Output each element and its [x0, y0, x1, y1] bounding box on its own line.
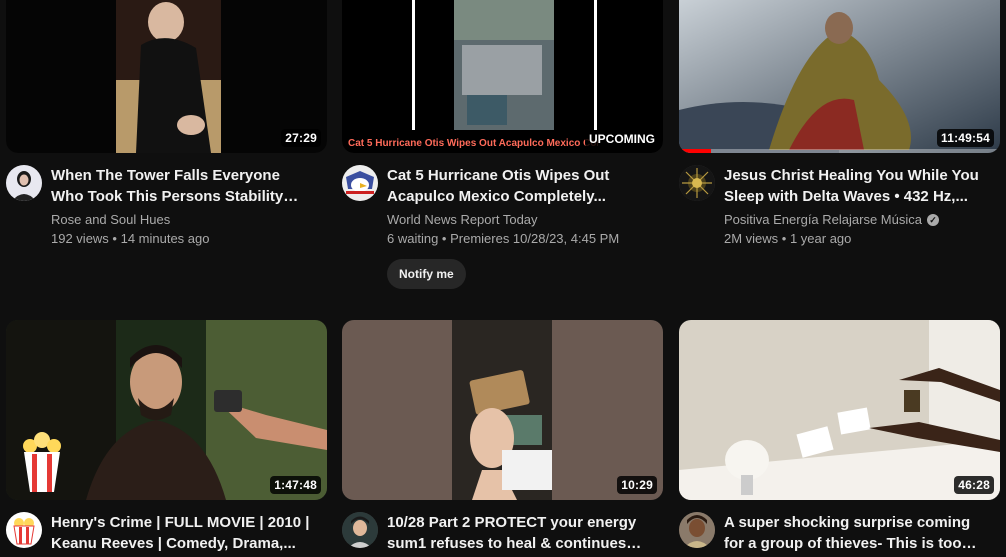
video-title[interactable]: Jesus Christ Healing You While You Sleep… — [724, 165, 986, 207]
channel-name[interactable]: Rose and Soul Hues — [51, 211, 327, 229]
channel-name[interactable]: Positiva Energía Relajarse Música ✓ — [724, 211, 1000, 229]
video-title[interactable]: Henry's Crime | FULL MOVIE | 2010 | Kean… — [51, 512, 313, 554]
watch-progress-track — [679, 149, 1000, 153]
video-thumbnail[interactable]: 46:28 — [679, 320, 1000, 500]
video-thumbnail[interactable]: 11:49:54 — [679, 0, 1000, 153]
notify-me-button[interactable]: Notify me — [387, 259, 466, 289]
watch-progress-fill — [679, 149, 712, 153]
upcoming-badge: UPCOMING — [585, 131, 659, 147]
video-stats: 192 views • 14 minutes ago — [51, 231, 210, 246]
channel-name[interactable]: World News Report Today — [387, 211, 663, 229]
video-card[interactable]: 1:47:48 Henry's Crime | FULL MOVIE | 201… — [6, 320, 327, 554]
video-thumbnail[interactable]: 27:29 — [6, 0, 327, 153]
video-card[interactable]: 46:28 A super shocking surprise coming f… — [679, 320, 1000, 554]
video-card[interactable]: Cat 5 Hurricane Otis Wipes Out Acapulco … — [342, 0, 663, 289]
video-title[interactable]: 10/28 Part 2 PROTECT your energy sum1 re… — [387, 512, 649, 554]
duration-badge: 1:47:48 — [270, 476, 321, 494]
duration-badge: 46:28 — [954, 476, 994, 494]
video-thumbnail[interactable]: Cat 5 Hurricane Otis Wipes Out Acapulco … — [342, 0, 663, 153]
video-title[interactable]: A super shocking surprise coming for a g… — [724, 512, 986, 554]
channel-avatar[interactable] — [679, 512, 715, 548]
channel-avatar[interactable] — [679, 165, 715, 201]
video-thumbnail[interactable]: 1:47:48 — [6, 320, 327, 500]
duration-badge: 10:29 — [617, 476, 657, 494]
thumbnail-image — [6, 0, 327, 153]
channel-name-text[interactable]: Positiva Energía Relajarse Música — [724, 211, 922, 229]
video-thumbnail[interactable]: 10:29 — [342, 320, 663, 500]
video-stats: 2M views • 1 year ago — [724, 231, 852, 246]
duration-badge: 27:29 — [281, 129, 321, 147]
thumbnail-caption: Cat 5 Hurricane Otis Wipes Out Acapulco … — [348, 138, 598, 149]
video-card[interactable]: 27:29 When The Tower Falls Everyone Who … — [6, 0, 327, 249]
popcorn-icon — [18, 428, 66, 494]
channel-avatar[interactable] — [342, 165, 378, 201]
channel-avatar[interactable] — [6, 165, 42, 201]
thumbnail-image — [679, 320, 1000, 500]
channel-name-text[interactable]: Rose and Soul Hues — [51, 211, 170, 229]
verified-check-icon: ✓ — [926, 214, 939, 226]
duration-badge: 11:49:54 — [937, 129, 994, 147]
video-card[interactable]: 11:49:54 Jesus Christ Healing You While … — [679, 0, 1000, 249]
channel-avatar[interactable] — [6, 512, 42, 548]
thumbnail-image — [342, 320, 663, 500]
video-card[interactable]: 10:29 10/28 Part 2 PROTECT your energy s… — [342, 320, 663, 554]
channel-avatar[interactable] — [342, 512, 378, 548]
channel-name-text[interactable]: World News Report Today — [387, 211, 538, 229]
video-title[interactable]: When The Tower Falls Everyone Who Took T… — [51, 165, 313, 207]
video-stats: 6 waiting • Premieres 10/28/23, 4:45 PM — [387, 231, 620, 246]
video-title[interactable]: Cat 5 Hurricane Otis Wipes Out Acapulco … — [387, 165, 649, 207]
